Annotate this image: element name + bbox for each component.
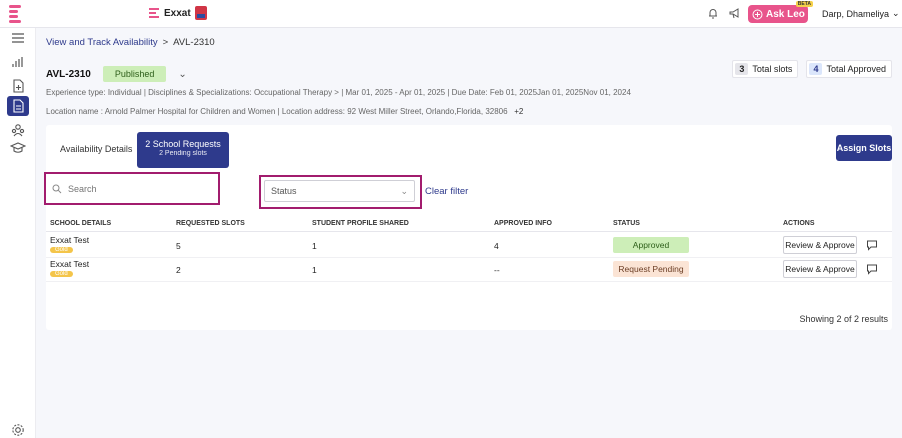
tier-badge: Gold	[50, 247, 73, 253]
search-field	[44, 172, 220, 205]
requested-slots: 5	[176, 241, 181, 251]
pending-status-badge: Request Pending	[613, 261, 689, 277]
published-status-badge: Published	[102, 66, 167, 82]
page-title: AVL-2310	[46, 68, 91, 80]
ask-leo-label: Ask Leo	[766, 8, 805, 20]
chevron-down-icon: ⌄	[400, 185, 408, 196]
chevron-down-icon[interactable]: ⌄	[178, 69, 186, 80]
top-icons	[706, 6, 742, 20]
location-meta: Location name : Arnold Palmer Hospital f…	[46, 107, 523, 116]
chevron-down-icon: ⌄	[892, 8, 900, 18]
assign-slots-button[interactable]: Assign Slots	[836, 135, 892, 161]
top-bar: Exxat Ask Leo BETA Darp, Dhameliya ⌄	[0, 0, 902, 28]
left-rail	[0, 28, 36, 438]
tab-school-requests[interactable]: 2 School Requests 2 Pending slots	[137, 132, 229, 168]
leo-sparkle-icon	[752, 9, 763, 19]
availability-document-icon[interactable]	[7, 96, 29, 116]
experience-meta: Experience type: Individual | Discipline…	[46, 88, 631, 97]
ask-leo-button[interactable]: Ask Leo BETA	[748, 1, 813, 23]
location-text: Location name : Arnold Palmer Hospital f…	[46, 107, 508, 116]
settings-gear-icon[interactable]	[10, 422, 26, 438]
total-approved-counter: 4 Total Approved	[806, 60, 892, 78]
breadcrumb-separator: >	[162, 37, 169, 48]
profiles-shared: 1	[312, 265, 317, 275]
col-actions: ACTIONS	[783, 220, 815, 227]
results-count: Showing 2 of 2 results	[799, 314, 888, 324]
tab-school-requests-label: 2 School Requests	[145, 139, 221, 149]
col-requested-slots: REQUESTED SLOTS	[176, 220, 245, 227]
breadcrumb: View and Track Availability > AVL-2310	[46, 37, 215, 48]
analytics-icon[interactable]	[10, 54, 26, 70]
counters: 3 Total slots 4 Total Approved	[732, 60, 892, 78]
status-dropdown-value: Status	[271, 186, 297, 196]
search-input[interactable]	[68, 183, 208, 194]
breadcrumb-current: AVL-2310	[173, 37, 215, 48]
approved-status-badge: Approved	[613, 237, 689, 253]
exxat-logo-icon	[149, 8, 159, 18]
hamburger-menu-icon[interactable]	[10, 30, 26, 46]
comment-icon[interactable]	[866, 239, 878, 251]
school-name: Exxat Test	[50, 259, 90, 269]
approved-info: --	[494, 265, 500, 275]
tier-badge: Gold	[50, 271, 73, 277]
col-status: STATUS	[613, 220, 640, 227]
status-dropdown[interactable]: Status ⌄	[264, 180, 415, 202]
approved-info: 4	[494, 241, 499, 251]
bell-icon[interactable]	[706, 6, 720, 20]
table-row: Exxat Test Gold 2 1 -- Request Pending R…	[46, 258, 892, 282]
megaphone-icon[interactable]	[728, 6, 742, 20]
comment-icon[interactable]	[866, 263, 878, 275]
clear-filter-link[interactable]: Clear filter	[425, 186, 468, 197]
requests-card: Availability Details 2 School Requests 2…	[44, 125, 892, 330]
table-row: Exxat Test Gold 5 1 4 Approved Review & …	[46, 234, 892, 258]
user-name: Darp, Dhameliya	[822, 8, 890, 19]
total-approved-count: 4	[809, 63, 823, 75]
review-approve-button[interactable]: Review & Approve	[783, 260, 857, 278]
tab-school-requests-sub: 2 Pending slots	[159, 150, 207, 157]
col-school-details: SCHOOL DETAILS	[50, 220, 112, 227]
user-menu[interactable]: Darp, Dhameliya ⌄	[822, 8, 900, 19]
total-approved-label: Total Approved	[826, 64, 886, 74]
school-crest-icon	[194, 6, 207, 20]
table-header: SCHOOL DETAILS REQUESTED SLOTS STUDENT P…	[46, 216, 892, 232]
tab-availability-details[interactable]: Availability Details	[60, 144, 132, 154]
profiles-shared: 1	[312, 241, 317, 251]
team-icon[interactable]	[10, 122, 26, 138]
col-student-profile-shared: STUDENT PROFILE SHARED	[312, 220, 409, 227]
total-slots-count: 3	[735, 63, 749, 75]
brand-name: Exxat	[164, 7, 191, 19]
school-name: Exxat Test	[50, 235, 90, 245]
total-slots-label: Total slots	[752, 64, 793, 74]
graduation-cap-icon[interactable]	[10, 140, 26, 156]
col-approved-info: APPROVED INFO	[494, 220, 552, 227]
document-add-icon[interactable]	[10, 78, 26, 94]
exxat-menu-logo-icon[interactable]	[8, 4, 22, 24]
search-icon	[52, 184, 62, 193]
review-approve-button[interactable]: Review & Approve	[783, 236, 857, 254]
title-row: AVL-2310 Published ⌄	[46, 66, 187, 82]
more-locations-link[interactable]: +2	[514, 107, 523, 116]
brand: Exxat	[148, 6, 207, 20]
total-slots-counter: 3 Total slots	[732, 60, 799, 78]
breadcrumb-link[interactable]: View and Track Availability	[46, 37, 158, 48]
requested-slots: 2	[176, 265, 181, 275]
beta-badge: BETA	[795, 1, 813, 7]
main-content: View and Track Availability > AVL-2310 A…	[36, 28, 902, 438]
